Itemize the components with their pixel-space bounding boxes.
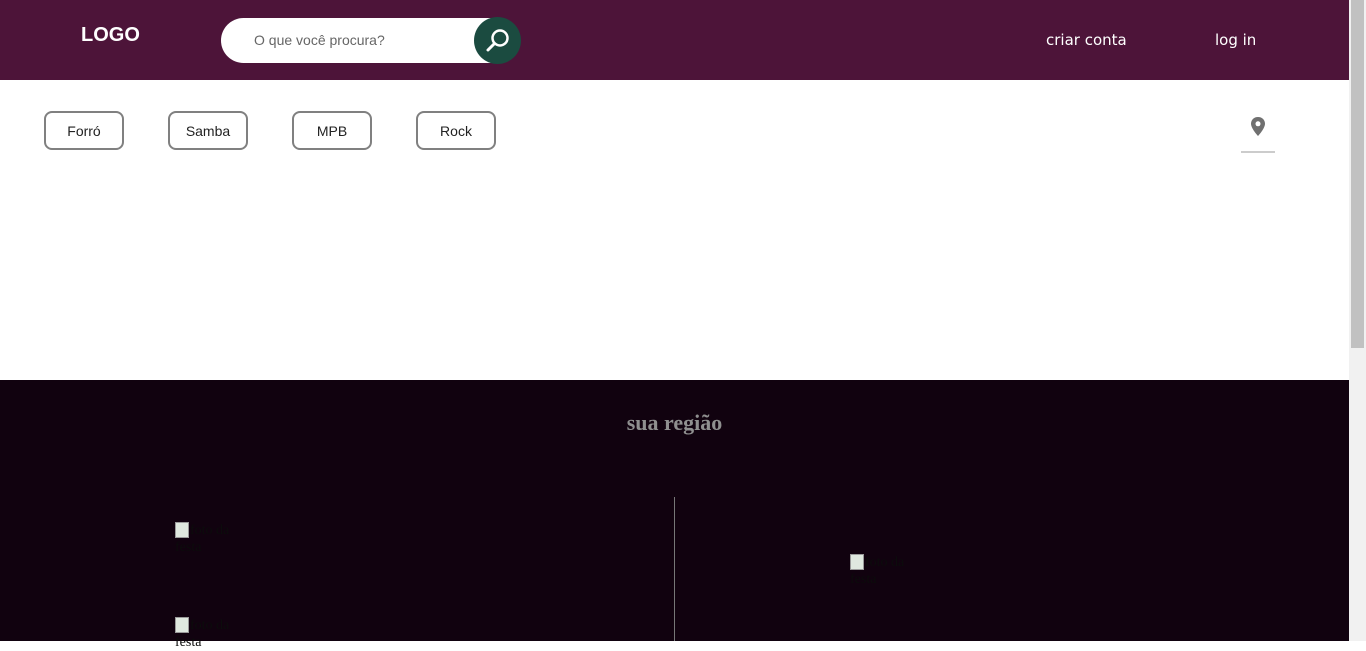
criar-conta-link[interactable]: criar conta — [1046, 31, 1127, 49]
event-image[interactable]: foto da festa — [850, 554, 916, 588]
logo[interactable]: LOGO — [81, 24, 140, 47]
region-section: sua região foto da festa foto da festa f… — [0, 380, 1349, 650]
magnifier-icon — [486, 28, 509, 51]
top-header: LOGO O que você procura? criar conta log… — [0, 0, 1349, 80]
location-pin-icon — [1251, 117, 1265, 136]
location-button[interactable] — [1241, 116, 1275, 153]
genre-chip-forro[interactable]: Forró — [44, 111, 124, 150]
region-title: sua região — [626, 410, 723, 435]
broken-image-icon — [175, 522, 189, 538]
search-button[interactable] — [474, 17, 521, 64]
login-link[interactable]: log in — [1215, 31, 1256, 49]
broken-image-icon — [175, 617, 189, 633]
region-divider — [674, 497, 675, 641]
genre-chip-rock[interactable]: Rock — [416, 111, 496, 150]
search-input[interactable]: O que você procura? — [254, 32, 385, 48]
scrollbar[interactable] — [1349, 0, 1366, 641]
genre-chip-mpb[interactable]: MPB — [292, 111, 372, 150]
genre-chip-samba[interactable]: Samba — [168, 111, 248, 150]
scrollbar-thumb[interactable] — [1351, 0, 1364, 348]
event-image[interactable]: foto da festa — [175, 617, 241, 651]
broken-image-icon — [850, 554, 864, 570]
event-image[interactable]: foto da festa — [175, 522, 241, 556]
